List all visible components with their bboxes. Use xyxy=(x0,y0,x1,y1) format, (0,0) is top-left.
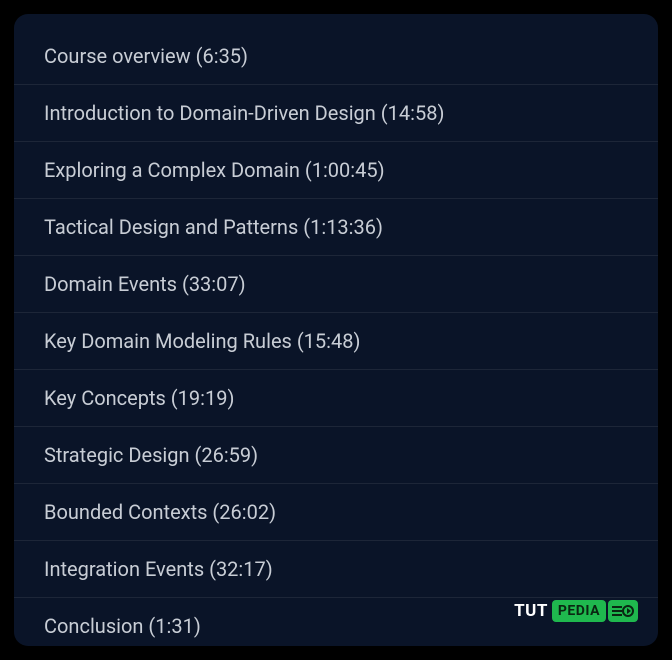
lesson-item[interactable]: Exploring a Complex Domain (1:00:45) xyxy=(14,142,658,199)
lesson-item[interactable]: Key Domain Modeling Rules (15:48) xyxy=(14,313,658,370)
lesson-item[interactable]: Integration Events (32:17) xyxy=(14,541,658,598)
course-panel: Course overview (6:35) Introduction to D… xyxy=(14,14,658,646)
lesson-list: Course overview (6:35) Introduction to D… xyxy=(14,28,658,654)
play-icon xyxy=(608,600,638,622)
lesson-item[interactable]: Strategic Design (26:59) xyxy=(14,427,658,484)
lesson-item[interactable]: Tactical Design and Patterns (1:13:36) xyxy=(14,199,658,256)
lesson-item[interactable]: Course overview (6:35) xyxy=(14,28,658,85)
watermark-tut-text: TUT xyxy=(514,601,548,621)
lesson-item[interactable]: Bounded Contexts (26:02) xyxy=(14,484,658,541)
watermark-logo: TUT PEDIA xyxy=(514,600,638,622)
lesson-item[interactable]: Domain Events (33:07) xyxy=(14,256,658,313)
lesson-item[interactable]: Key Concepts (19:19) xyxy=(14,370,658,427)
watermark-pedia-text: PEDIA xyxy=(552,600,606,622)
lesson-item[interactable]: Introduction to Domain-Driven Design (14… xyxy=(14,85,658,142)
